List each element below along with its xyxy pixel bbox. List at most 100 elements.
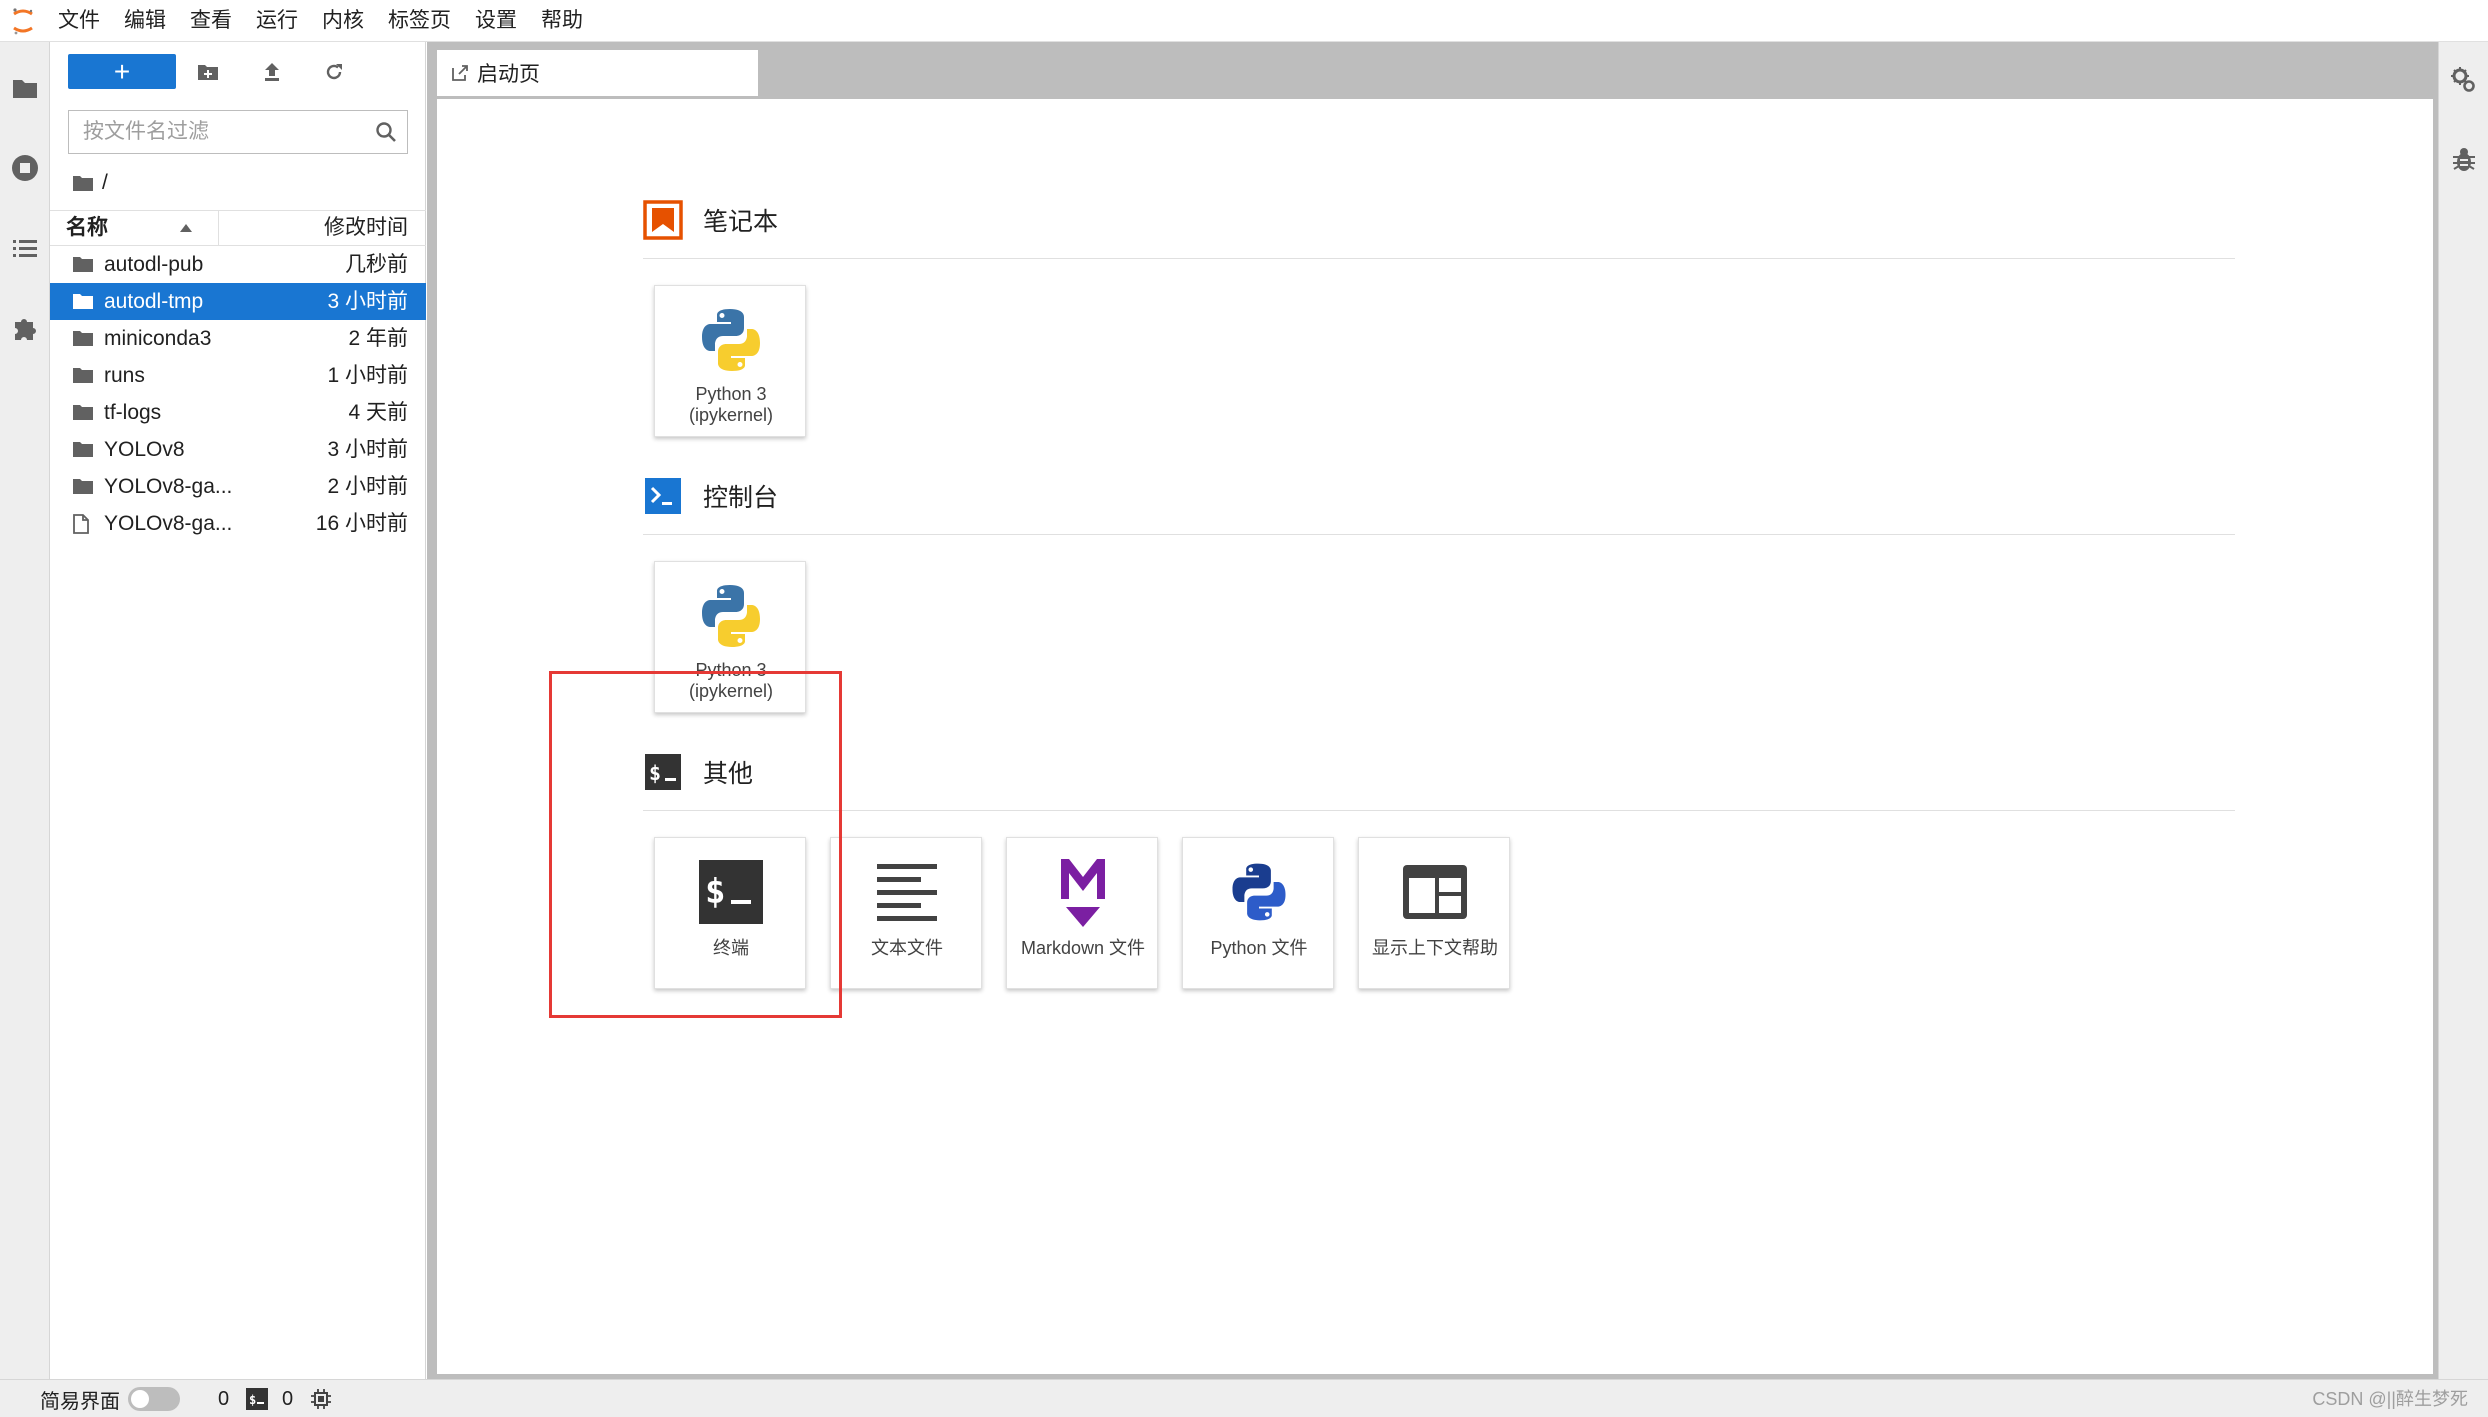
upload-button[interactable] — [254, 54, 290, 89]
card-label-line2: (ipykernel) — [688, 405, 774, 425]
kernels-count[interactable]: 0 — [218, 1380, 229, 1417]
file-row[interactable]: miniconda3 2 年前 — [50, 320, 426, 357]
file-row[interactable]: YOLOv8 3 小时前 — [50, 431, 426, 468]
debugger-button[interactable] — [2439, 130, 2488, 190]
launch-icon — [452, 65, 468, 81]
card-label: 显示上下文帮助 — [1372, 938, 1498, 958]
python-file-icon — [1183, 852, 1335, 932]
file-modified: 1 小时前 — [327, 364, 408, 387]
memory-cpu-icon[interactable] — [310, 1380, 332, 1417]
file-modified: 几秒前 — [345, 253, 408, 276]
file-row[interactable]: YOLOv8-ga... 16 小时前 — [50, 505, 426, 542]
folder-icon — [73, 257, 93, 272]
folder-icon — [73, 479, 93, 494]
python-logo-icon — [655, 576, 807, 656]
running-sessions-tab-button[interactable] — [0, 138, 50, 198]
file-browser-tab-button[interactable] — [0, 58, 50, 118]
file-row-selected[interactable]: autodl-tmp 3 小时前 — [50, 283, 426, 320]
tab-bar: 启动页 — [427, 42, 2438, 98]
column-header-modified[interactable]: 修改时间 — [324, 211, 408, 245]
upload-icon — [265, 62, 279, 81]
card-label: Python 3 (ipykernel) — [657, 384, 805, 426]
toggle-switch[interactable] — [128, 1387, 180, 1411]
card-label: Markdown 文件 — [1020, 938, 1146, 958]
file-modified: 3 小时前 — [327, 290, 408, 313]
list-icon — [13, 240, 37, 257]
folder-icon[interactable] — [72, 174, 94, 192]
file-filter — [68, 110, 408, 154]
file-row[interactable]: YOLOv8-ga... 2 小时前 — [50, 468, 426, 505]
refresh-icon — [326, 63, 342, 79]
text-file-icon — [831, 852, 983, 932]
stop-circle-icon — [12, 155, 38, 181]
launcher-card-markdown-file[interactable]: Markdown 文件 — [1006, 837, 1158, 989]
section-divider — [643, 258, 2235, 259]
section-title-text: 笔记本 — [703, 208, 779, 236]
terminals-count[interactable]: 0 — [282, 1380, 293, 1417]
new-folder-icon — [198, 64, 218, 80]
file-name: YOLOv8 — [104, 438, 185, 461]
file-modified: 3 小时前 — [327, 438, 408, 461]
markdown-icon — [1007, 852, 1159, 932]
new-launcher-button[interactable]: + — [68, 54, 176, 89]
menu-run[interactable]: 运行 — [244, 0, 310, 42]
jupyterlab-window: 文件 编辑 查看 运行 内核 标签页 设置 帮助 + 按文件名过滤 / 名称 修… — [0, 0, 2488, 1417]
menu-edit[interactable]: 编辑 — [112, 0, 178, 42]
launcher-card-text-file[interactable]: 文本文件 — [830, 837, 982, 989]
file-row[interactable]: runs 1 小时前 — [50, 357, 426, 394]
file-modified: 2 小时前 — [327, 475, 408, 498]
column-header-name[interactable]: 名称 — [66, 211, 108, 245]
menu-tabs[interactable]: 标签页 — [376, 0, 463, 42]
menu-view[interactable]: 查看 — [178, 0, 244, 42]
section-divider — [643, 810, 2235, 811]
tab-launcher[interactable]: 启动页 — [437, 50, 758, 96]
file-filter-input[interactable] — [69, 111, 369, 153]
menu-bar: 文件 编辑 查看 运行 内核 标签页 设置 帮助 — [0, 0, 2488, 42]
file-icon — [73, 514, 89, 534]
right-activity-bar — [2438, 42, 2488, 1379]
folder-icon — [73, 331, 93, 346]
refresh-button[interactable] — [316, 54, 352, 89]
terminal-status-icon[interactable]: $ — [246, 1380, 268, 1417]
folder-icon — [73, 442, 93, 457]
status-bar: 简易界面 0 $ 0 CSDN @||醉生梦死 — [0, 1379, 2488, 1417]
extension-manager-tab-button[interactable] — [0, 298, 50, 358]
new-folder-button[interactable] — [190, 54, 226, 89]
card-label: 文本文件 — [871, 938, 943, 958]
folder-icon — [73, 405, 93, 420]
simple-mode-label: 简易界面 — [40, 1390, 120, 1413]
launcher-card-python-file[interactable]: Python 文件 — [1182, 837, 1334, 989]
tab-label: 启动页 — [477, 63, 540, 86]
file-modified: 2 年前 — [348, 327, 408, 350]
menu-file[interactable]: 文件 — [46, 0, 112, 42]
simple-mode-toggle[interactable] — [128, 1380, 180, 1417]
menu-kernel[interactable]: 内核 — [310, 0, 376, 42]
notebook-icon — [643, 200, 683, 240]
property-inspector-button[interactable] — [2439, 50, 2488, 110]
search-icon — [376, 122, 396, 142]
file-name: tf-logs — [104, 401, 162, 424]
file-name: YOLOv8-ga... — [104, 512, 233, 535]
card-label-line1: Python 3 — [695, 384, 767, 404]
breadcrumb-root[interactable]: / — [102, 171, 108, 195]
folder-icon — [73, 368, 93, 383]
gears-icon — [2451, 67, 2475, 92]
file-name: autodl-pub — [104, 253, 204, 276]
menu-help[interactable]: 帮助 — [529, 0, 595, 42]
file-row[interactable]: tf-logs 4 天前 — [50, 394, 426, 431]
section-console: 控制台 — [643, 475, 778, 517]
folder-icon — [73, 294, 93, 309]
bug-icon — [2453, 148, 2475, 171]
launcher-card-context-help[interactable]: 显示上下文帮助 — [1358, 837, 1510, 989]
menu-settings[interactable]: 设置 — [463, 0, 529, 42]
table-of-contents-tab-button[interactable] — [0, 218, 50, 278]
file-row[interactable]: autodl-pub 几秒前 — [50, 246, 426, 283]
file-name: runs — [104, 364, 145, 387]
section-divider — [643, 534, 2235, 535]
toggle-knob — [131, 1390, 149, 1408]
file-browser-panel: + / 名称 修改时间 autodl-pub 几秒 — [50, 42, 426, 1379]
file-list-header: 名称 修改时间 — [50, 210, 426, 246]
launcher-card-notebook-python3[interactable]: Python 3 (ipykernel) — [654, 285, 806, 437]
watermark-text: CSDN @||醉生梦死 — [2312, 1389, 2468, 1409]
column-divider[interactable] — [218, 211, 219, 245]
